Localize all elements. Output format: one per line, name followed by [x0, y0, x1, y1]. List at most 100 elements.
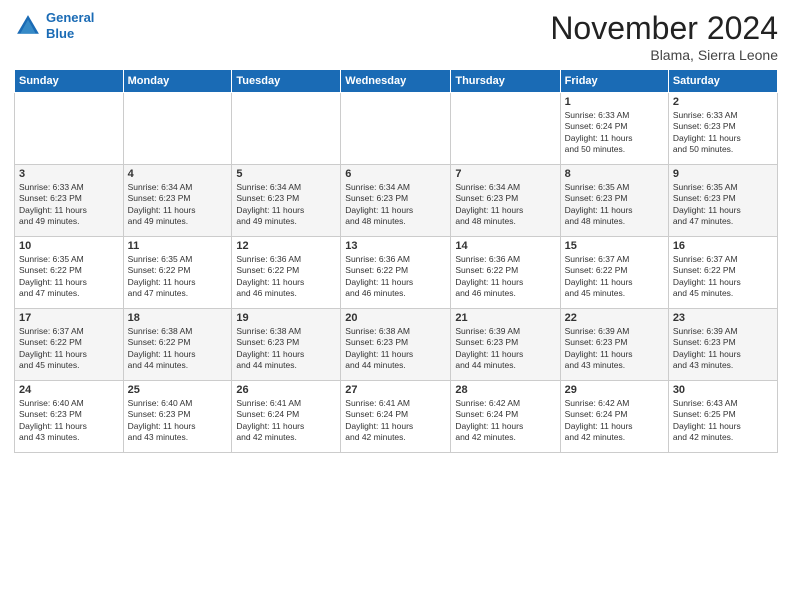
calendar-cell: 19 Sunrise: 6:38 AM Sunset: 6:23 PM Dayli… [232, 309, 341, 381]
calendar-cell: 1 Sunrise: 6:33 AM Sunset: 6:24 PM Daylig… [560, 93, 668, 165]
day-number: 13 [345, 240, 446, 252]
day-number: 8 [565, 168, 664, 180]
day-info: Sunrise: 6:34 AM Sunset: 6:23 PM Dayligh… [345, 182, 446, 228]
day-number: 28 [455, 384, 555, 396]
day-info: Sunrise: 6:33 AM Sunset: 6:24 PM Dayligh… [565, 110, 664, 156]
day-number: 15 [565, 240, 664, 252]
logo: General Blue [14, 10, 94, 41]
day-number: 26 [236, 384, 336, 396]
day-number: 1 [565, 96, 664, 108]
day-number: 4 [128, 168, 228, 180]
month-title: November 2024 [550, 10, 778, 47]
day-number: 6 [345, 168, 446, 180]
calendar-cell: 5 Sunrise: 6:34 AM Sunset: 6:23 PM Daylig… [232, 165, 341, 237]
day-info: Sunrise: 6:37 AM Sunset: 6:22 PM Dayligh… [565, 254, 664, 300]
day-info: Sunrise: 6:37 AM Sunset: 6:22 PM Dayligh… [673, 254, 773, 300]
day-info: Sunrise: 6:39 AM Sunset: 6:23 PM Dayligh… [565, 326, 664, 372]
day-number: 17 [19, 312, 119, 324]
week-row-5: 24 Sunrise: 6:40 AM Sunset: 6:23 PM Dayli… [15, 381, 778, 453]
weekday-header-wednesday: Wednesday [341, 70, 451, 93]
week-row-3: 10 Sunrise: 6:35 AM Sunset: 6:22 PM Dayli… [15, 237, 778, 309]
day-info: Sunrise: 6:43 AM Sunset: 6:25 PM Dayligh… [673, 398, 773, 444]
week-row-4: 17Sunrise: 6:37 AM Sunset: 6:22 PM Dayli… [15, 309, 778, 381]
calendar-cell: 14 Sunrise: 6:36 AM Sunset: 6:22 PM Dayli… [451, 237, 560, 309]
logo-line2: Blue [46, 26, 74, 41]
calendar-cell: 20 Sunrise: 6:38 AM Sunset: 6:23 PM Dayli… [341, 309, 451, 381]
day-number: 3 [19, 168, 119, 180]
calendar-cell [123, 93, 232, 165]
day-number: 10 [19, 240, 119, 252]
weekday-header-saturday: Saturday [668, 70, 777, 93]
weekday-header-row: SundayMondayTuesdayWednesdayThursdayFrid… [15, 70, 778, 93]
calendar-cell: 26 Sunrise: 6:41 AM Sunset: 6:24 PM Dayli… [232, 381, 341, 453]
weekday-header-thursday: Thursday [451, 70, 560, 93]
calendar-cell: 24 Sunrise: 6:40 AM Sunset: 6:23 PM Dayli… [15, 381, 124, 453]
day-info: Sunrise: 6:35 AM Sunset: 6:23 PM Dayligh… [565, 182, 664, 228]
day-number: 24 [19, 384, 119, 396]
day-number: 20 [345, 312, 446, 324]
calendar-cell: 11 Sunrise: 6:35 AM Sunset: 6:22 PM Dayli… [123, 237, 232, 309]
calendar-cell: 29 Sunrise: 6:42 AM Sunset: 6:24 PM Dayli… [560, 381, 668, 453]
day-number: 7 [455, 168, 555, 180]
calendar-cell: 23 Sunrise: 6:39 AM Sunset: 6:23 PM Dayli… [668, 309, 777, 381]
week-row-2: 3Sunrise: 6:33 AM Sunset: 6:23 PM Daylig… [15, 165, 778, 237]
day-info: Sunrise: 6:42 AM Sunset: 6:24 PM Dayligh… [455, 398, 555, 444]
day-number: 29 [565, 384, 664, 396]
day-info: Sunrise: 6:38 AM Sunset: 6:23 PM Dayligh… [236, 326, 336, 372]
calendar-cell: 9Sunrise: 6:35 AM Sunset: 6:23 PM Daylig… [668, 165, 777, 237]
day-info: Sunrise: 6:40 AM Sunset: 6:23 PM Dayligh… [19, 398, 119, 444]
logo-icon [14, 12, 42, 40]
day-info: Sunrise: 6:35 AM Sunset: 6:23 PM Dayligh… [673, 182, 773, 228]
calendar-cell: 2 Sunrise: 6:33 AM Sunset: 6:23 PM Daylig… [668, 93, 777, 165]
calendar-cell: 6 Sunrise: 6:34 AM Sunset: 6:23 PM Daylig… [341, 165, 451, 237]
calendar-cell: 30 Sunrise: 6:43 AM Sunset: 6:25 PM Dayli… [668, 381, 777, 453]
day-info: Sunrise: 6:39 AM Sunset: 6:23 PM Dayligh… [455, 326, 555, 372]
calendar-cell: 22 Sunrise: 6:39 AM Sunset: 6:23 PM Dayli… [560, 309, 668, 381]
day-number: 14 [455, 240, 555, 252]
weekday-header-sunday: Sunday [15, 70, 124, 93]
calendar-cell: 18Sunrise: 6:38 AM Sunset: 6:22 PM Dayli… [123, 309, 232, 381]
calendar-cell [341, 93, 451, 165]
day-info: Sunrise: 6:39 AM Sunset: 6:23 PM Dayligh… [673, 326, 773, 372]
calendar-cell: 4 Sunrise: 6:34 AM Sunset: 6:23 PM Daylig… [123, 165, 232, 237]
weekday-header-friday: Friday [560, 70, 668, 93]
calendar-cell: 10Sunrise: 6:35 AM Sunset: 6:22 PM Dayli… [15, 237, 124, 309]
day-info: Sunrise: 6:34 AM Sunset: 6:23 PM Dayligh… [236, 182, 336, 228]
day-number: 23 [673, 312, 773, 324]
day-info: Sunrise: 6:36 AM Sunset: 6:22 PM Dayligh… [455, 254, 555, 300]
day-number: 22 [565, 312, 664, 324]
day-info: Sunrise: 6:41 AM Sunset: 6:24 PM Dayligh… [236, 398, 336, 444]
day-info: Sunrise: 6:34 AM Sunset: 6:23 PM Dayligh… [128, 182, 228, 228]
day-number: 19 [236, 312, 336, 324]
day-info: Sunrise: 6:35 AM Sunset: 6:22 PM Dayligh… [128, 254, 228, 300]
week-row-1: 1 Sunrise: 6:33 AM Sunset: 6:24 PM Daylig… [15, 93, 778, 165]
day-number: 21 [455, 312, 555, 324]
day-number: 27 [345, 384, 446, 396]
calendar-cell: 3Sunrise: 6:33 AM Sunset: 6:23 PM Daylig… [15, 165, 124, 237]
calendar-cell [15, 93, 124, 165]
calendar-cell: 28 Sunrise: 6:42 AM Sunset: 6:24 PM Dayli… [451, 381, 560, 453]
logo-text: General Blue [46, 10, 94, 41]
calendar-cell: 16Sunrise: 6:37 AM Sunset: 6:22 PM Dayli… [668, 237, 777, 309]
day-info: Sunrise: 6:36 AM Sunset: 6:22 PM Dayligh… [236, 254, 336, 300]
calendar-cell: 21 Sunrise: 6:39 AM Sunset: 6:23 PM Dayli… [451, 309, 560, 381]
day-info: Sunrise: 6:34 AM Sunset: 6:23 PM Dayligh… [455, 182, 555, 228]
calendar-cell [232, 93, 341, 165]
calendar-cell: 13 Sunrise: 6:36 AM Sunset: 6:22 PM Dayli… [341, 237, 451, 309]
day-number: 5 [236, 168, 336, 180]
header: General Blue November 2024 Blama, Sierra… [14, 10, 778, 63]
day-number: 30 [673, 384, 773, 396]
day-info: Sunrise: 6:36 AM Sunset: 6:22 PM Dayligh… [345, 254, 446, 300]
day-number: 18 [128, 312, 228, 324]
calendar-cell: 15 Sunrise: 6:37 AM Sunset: 6:22 PM Dayli… [560, 237, 668, 309]
day-info: Sunrise: 6:42 AM Sunset: 6:24 PM Dayligh… [565, 398, 664, 444]
day-number: 12 [236, 240, 336, 252]
day-info: Sunrise: 6:33 AM Sunset: 6:23 PM Dayligh… [673, 110, 773, 156]
day-number: 11 [128, 240, 228, 252]
calendar-cell: 12 Sunrise: 6:36 AM Sunset: 6:22 PM Dayli… [232, 237, 341, 309]
day-number: 2 [673, 96, 773, 108]
calendar-cell: 7 Sunrise: 6:34 AM Sunset: 6:23 PM Daylig… [451, 165, 560, 237]
location: Blama, Sierra Leone [550, 47, 778, 63]
day-info: Sunrise: 6:38 AM Sunset: 6:23 PM Dayligh… [345, 326, 446, 372]
weekday-header-tuesday: Tuesday [232, 70, 341, 93]
